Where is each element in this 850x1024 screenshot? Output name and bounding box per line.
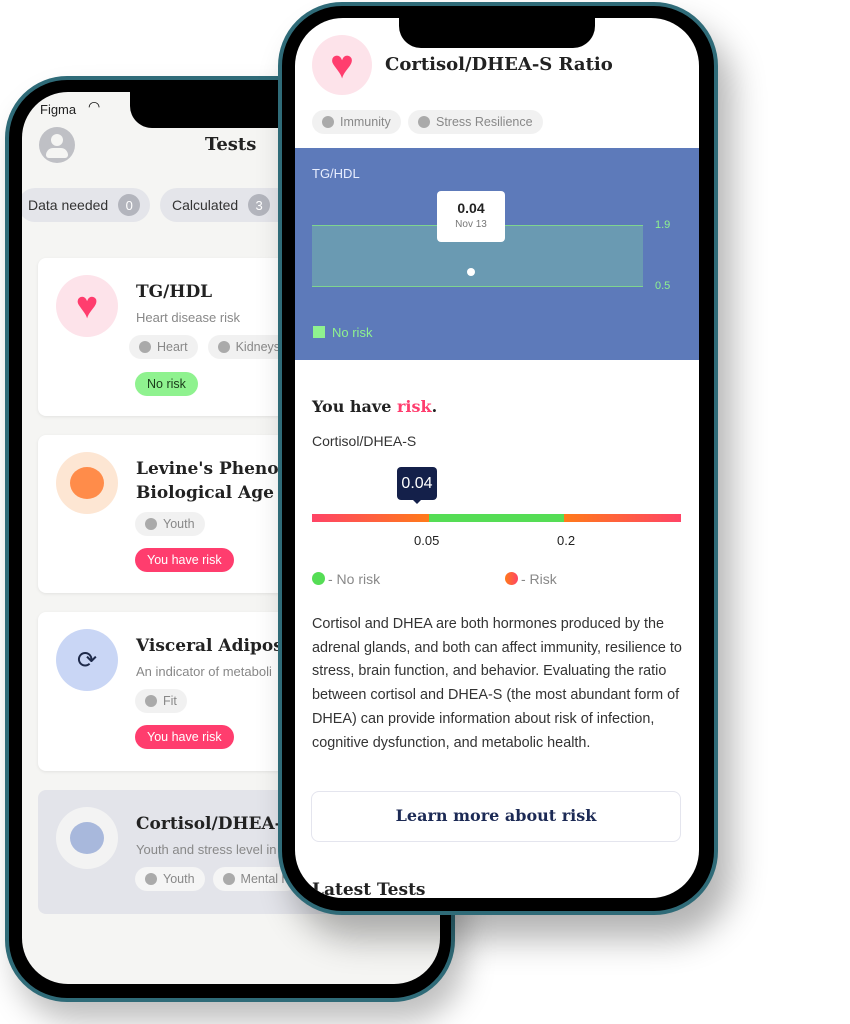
front-phone-screen: ♥ Cortisol/DHEA-S Ratio Immunity Stress … bbox=[295, 18, 699, 898]
threshold-low: 0.05 bbox=[414, 533, 440, 548]
value-marker: 0.04 bbox=[397, 467, 437, 500]
tooltip-value: 0.04 bbox=[457, 200, 485, 216]
section-heading: Latest Tests bbox=[312, 880, 426, 898]
tag-stress-resilience: Stress Resilience bbox=[408, 110, 543, 134]
history-chart: TG/HDL 1.9 0.5 0.04 Nov 13 No risk bbox=[295, 148, 699, 360]
filter-count: 0 bbox=[118, 194, 141, 216]
legend-no-risk: - No risk bbox=[328, 571, 381, 587]
filter-data-needed[interactable]: Data needed 0 bbox=[22, 188, 150, 222]
risk-dot bbox=[505, 572, 518, 585]
tag-heart: Heart bbox=[129, 335, 198, 359]
card-title: Cortisol/DHEA-S bbox=[136, 814, 294, 834]
user-icon bbox=[51, 134, 63, 146]
card-subtitle: Heart disease risk bbox=[136, 310, 241, 325]
no-risk-dot bbox=[312, 572, 325, 585]
status-badge: You have risk bbox=[135, 725, 234, 749]
waist-icon: ⟳ bbox=[56, 629, 118, 691]
heart-icon: ♥ bbox=[56, 275, 118, 337]
card-subtitle: Youth and stress level in bbox=[136, 842, 277, 857]
no-risk-bar bbox=[429, 514, 564, 522]
heart-icon: ♥ bbox=[312, 35, 372, 95]
metric-name: Cortisol/DHEA-S bbox=[312, 433, 417, 449]
tag-youth: Youth bbox=[135, 512, 205, 536]
page-title: Cortisol/DHEA-S Ratio bbox=[385, 54, 613, 75]
tag-immunity: Immunity bbox=[312, 110, 401, 134]
legend-label: No risk bbox=[332, 325, 373, 340]
status-badge: You have risk bbox=[135, 548, 234, 572]
apple-icon bbox=[56, 807, 118, 869]
page-title: Tests bbox=[205, 134, 257, 155]
chart-label: TG/HDL bbox=[312, 166, 360, 181]
tag-fit: Fit bbox=[135, 689, 187, 713]
range-low-label: 0.5 bbox=[655, 280, 671, 292]
avatar[interactable] bbox=[39, 127, 75, 163]
chart-tooltip: 0.04 Nov 13 bbox=[437, 191, 505, 242]
apple-icon bbox=[56, 452, 118, 514]
notch bbox=[399, 18, 595, 48]
tooltip-date: Nov 13 bbox=[455, 219, 487, 230]
result-heading: You have risk. bbox=[312, 397, 438, 416]
legend-risk: - Risk bbox=[521, 571, 557, 587]
threshold-high: 0.2 bbox=[557, 533, 576, 548]
filter-label: Data needed bbox=[28, 197, 109, 213]
status-badge: No risk bbox=[135, 372, 198, 396]
filter-count: 3 bbox=[248, 194, 271, 216]
legend-swatch bbox=[313, 326, 325, 338]
card-title-line2: Biological Age bbox=[136, 483, 274, 503]
description: Cortisol and DHEA are both hormones prod… bbox=[312, 616, 682, 751]
tag-youth: Youth bbox=[135, 867, 205, 891]
wifi-icon: ◠ bbox=[88, 98, 101, 114]
filter-label: Calculated bbox=[172, 197, 239, 213]
card-title: Levine's Phenot bbox=[136, 459, 287, 479]
risk-bar-high bbox=[564, 514, 681, 522]
data-point[interactable] bbox=[467, 268, 475, 276]
risk-bar-low bbox=[312, 514, 429, 522]
card-title: TG/HDL bbox=[136, 282, 213, 302]
card-subtitle: An indicator of metaboli bbox=[136, 664, 272, 679]
status-carrier: Figma bbox=[40, 102, 77, 117]
learn-more-button[interactable]: Learn more about risk bbox=[311, 791, 681, 842]
range-high-label: 1.9 bbox=[655, 219, 671, 231]
